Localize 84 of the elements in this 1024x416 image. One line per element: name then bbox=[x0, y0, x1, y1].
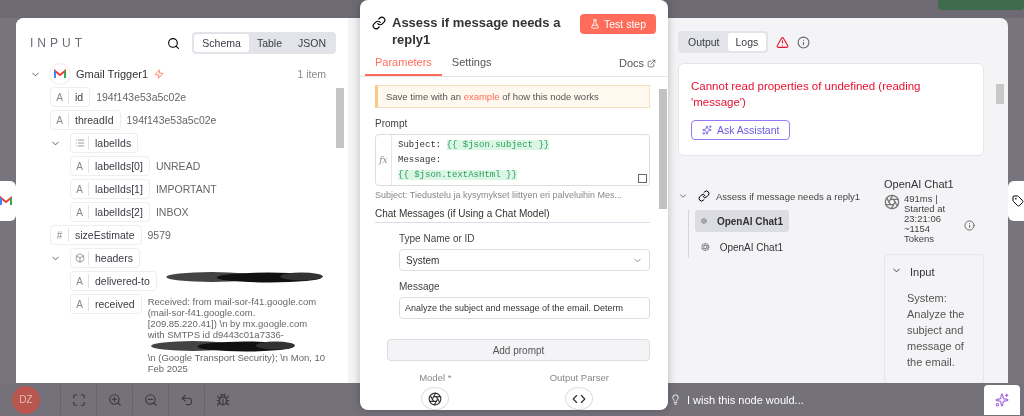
scrollbar[interactable] bbox=[336, 88, 344, 148]
field-value: 194f143e53a5c02e bbox=[126, 113, 217, 128]
view-tab[interactable]: Table bbox=[248, 34, 290, 52]
fx-label: fx bbox=[376, 135, 392, 185]
source-node-name: Gmail Trigger1 bbox=[76, 67, 149, 82]
field-label: Type Name or ID bbox=[399, 233, 476, 244]
start-time: Started at 23:21:06 bbox=[904, 204, 947, 224]
field-value: 9579 bbox=[147, 228, 171, 243]
lightbulb-icon bbox=[670, 394, 681, 405]
field-key: A labelIds[0] bbox=[70, 156, 150, 176]
field-label: Message bbox=[399, 281, 441, 292]
field-key: A delivered-to bbox=[70, 271, 157, 291]
zoom-out-icon bbox=[143, 392, 158, 407]
scrollbar[interactable] bbox=[659, 89, 667, 209]
duration-text: 491ms | bbox=[904, 194, 939, 204]
external-link-icon bbox=[647, 58, 656, 68]
field-key: A labelIds[2] bbox=[70, 202, 150, 222]
panel-tab[interactable]: Settings bbox=[441, 52, 502, 76]
feedback-prompt[interactable]: I wish this node would... bbox=[687, 393, 804, 406]
tip-text: Save time with an example of how this node works bbox=[386, 91, 599, 102]
docs-link[interactable]: Docs bbox=[618, 57, 656, 76]
view-tab[interactable]: Logs bbox=[727, 33, 767, 51]
cube-icon bbox=[74, 253, 85, 263]
node-card[interactable] bbox=[1008, 180, 1024, 221]
field-label: Prompt bbox=[375, 118, 409, 129]
message-field[interactable]: Analyze the subject and message of the email. Determ bbox=[399, 297, 650, 319]
prompt-editor[interactable]: fx Subject: {{ $json.subject }} Message: {{ $json.textAsHtml }} bbox=[375, 134, 650, 186]
item-count: 1 item bbox=[297, 67, 326, 82]
fullscreen-icon bbox=[71, 392, 86, 407]
flask-icon bbox=[589, 19, 600, 29]
view-tab[interactable]: JSON bbox=[290, 34, 334, 52]
log-entry[interactable]: OpenAI Chat1 bbox=[695, 236, 789, 258]
upgrade-button[interactable] bbox=[937, 0, 1024, 10]
field-value: IMPORTANT bbox=[155, 182, 217, 197]
gmail-icon bbox=[54, 69, 66, 79]
expression-preview: Subject: Tiedustelu ja kysymykset liittyen eri palveluihin Mes... bbox=[375, 190, 624, 200]
zoom-in-icon bbox=[107, 392, 122, 407]
section-title: Chat Messages (if Using a Chat Model) bbox=[375, 208, 650, 223]
info-icon[interactable] bbox=[964, 220, 975, 231]
gmail-icon bbox=[0, 195, 12, 206]
tag-icon bbox=[1012, 194, 1024, 207]
lightning-icon bbox=[154, 69, 165, 79]
connector-label: Output Parser bbox=[549, 372, 609, 383]
assistant-button[interactable] bbox=[984, 384, 1020, 415]
field-key: A received bbox=[70, 294, 142, 314]
link-icon bbox=[698, 190, 710, 202]
token-count: ~1154 Tokens bbox=[904, 224, 936, 244]
list-icon bbox=[74, 138, 85, 148]
field-key: headers bbox=[70, 248, 140, 268]
bug-icon bbox=[215, 392, 230, 407]
ask-assistant-button[interactable]: Ask Assistant bbox=[691, 120, 791, 140]
field-value: Received: from mail-sor-f41.google.com (mail-sor-f41.google.com. [209.85.220.41]) \n by mx.google.com with SMTPS id d9443c01a7336- bbox=[147, 296, 318, 340]
log-entry[interactable]: OpenAI Chat1 bbox=[695, 210, 789, 232]
link-icon bbox=[372, 16, 386, 30]
error-message: Cannot read properties of undefined (reading 'message') bbox=[691, 79, 922, 110]
log-detail-title: OpenAI Chat1 bbox=[884, 178, 955, 190]
sparkle-icon bbox=[702, 125, 712, 135]
info-icon[interactable] bbox=[797, 35, 811, 49]
connector-label: Model * bbox=[419, 372, 452, 383]
field-key: A id bbox=[50, 87, 91, 107]
scrollbar[interactable] bbox=[996, 84, 1004, 104]
field-key: # sizeEstimate bbox=[50, 225, 142, 245]
node-title: Assess if message needs a reply1 bbox=[392, 14, 562, 48]
input-text: System: Analyze the subject and message of the email. bbox=[907, 291, 966, 370]
field-value: INBOX bbox=[155, 205, 189, 220]
sparkle-icon bbox=[995, 392, 1009, 407]
panel-title: INPUT bbox=[30, 36, 87, 50]
warning-icon bbox=[776, 35, 790, 49]
card-title: Input bbox=[910, 265, 935, 278]
view-tab[interactable]: Output bbox=[680, 33, 728, 51]
search-icon[interactable] bbox=[167, 36, 181, 50]
resize-handle[interactable] bbox=[638, 174, 647, 183]
field-key: labelIds bbox=[70, 133, 139, 153]
field-value: \n (Google Transport Security); \n Mon, 10 Feb 2025 bbox=[147, 352, 326, 374]
type-select[interactable]: System bbox=[399, 249, 650, 271]
undo-icon bbox=[179, 392, 194, 407]
node-card[interactable] bbox=[0, 180, 16, 221]
view-tab[interactable]: Schema bbox=[194, 34, 249, 52]
field-value: 194f143e53a5c02e bbox=[96, 90, 187, 105]
log-entry[interactable]: Assess if message needs a reply1 bbox=[716, 190, 861, 202]
add-prompt-button[interactable]: Add prompt bbox=[387, 339, 650, 361]
field-key: A labelIds[1] bbox=[70, 179, 150, 199]
field-key: A threadId bbox=[50, 110, 121, 130]
field-value: UNREAD bbox=[155, 159, 201, 174]
